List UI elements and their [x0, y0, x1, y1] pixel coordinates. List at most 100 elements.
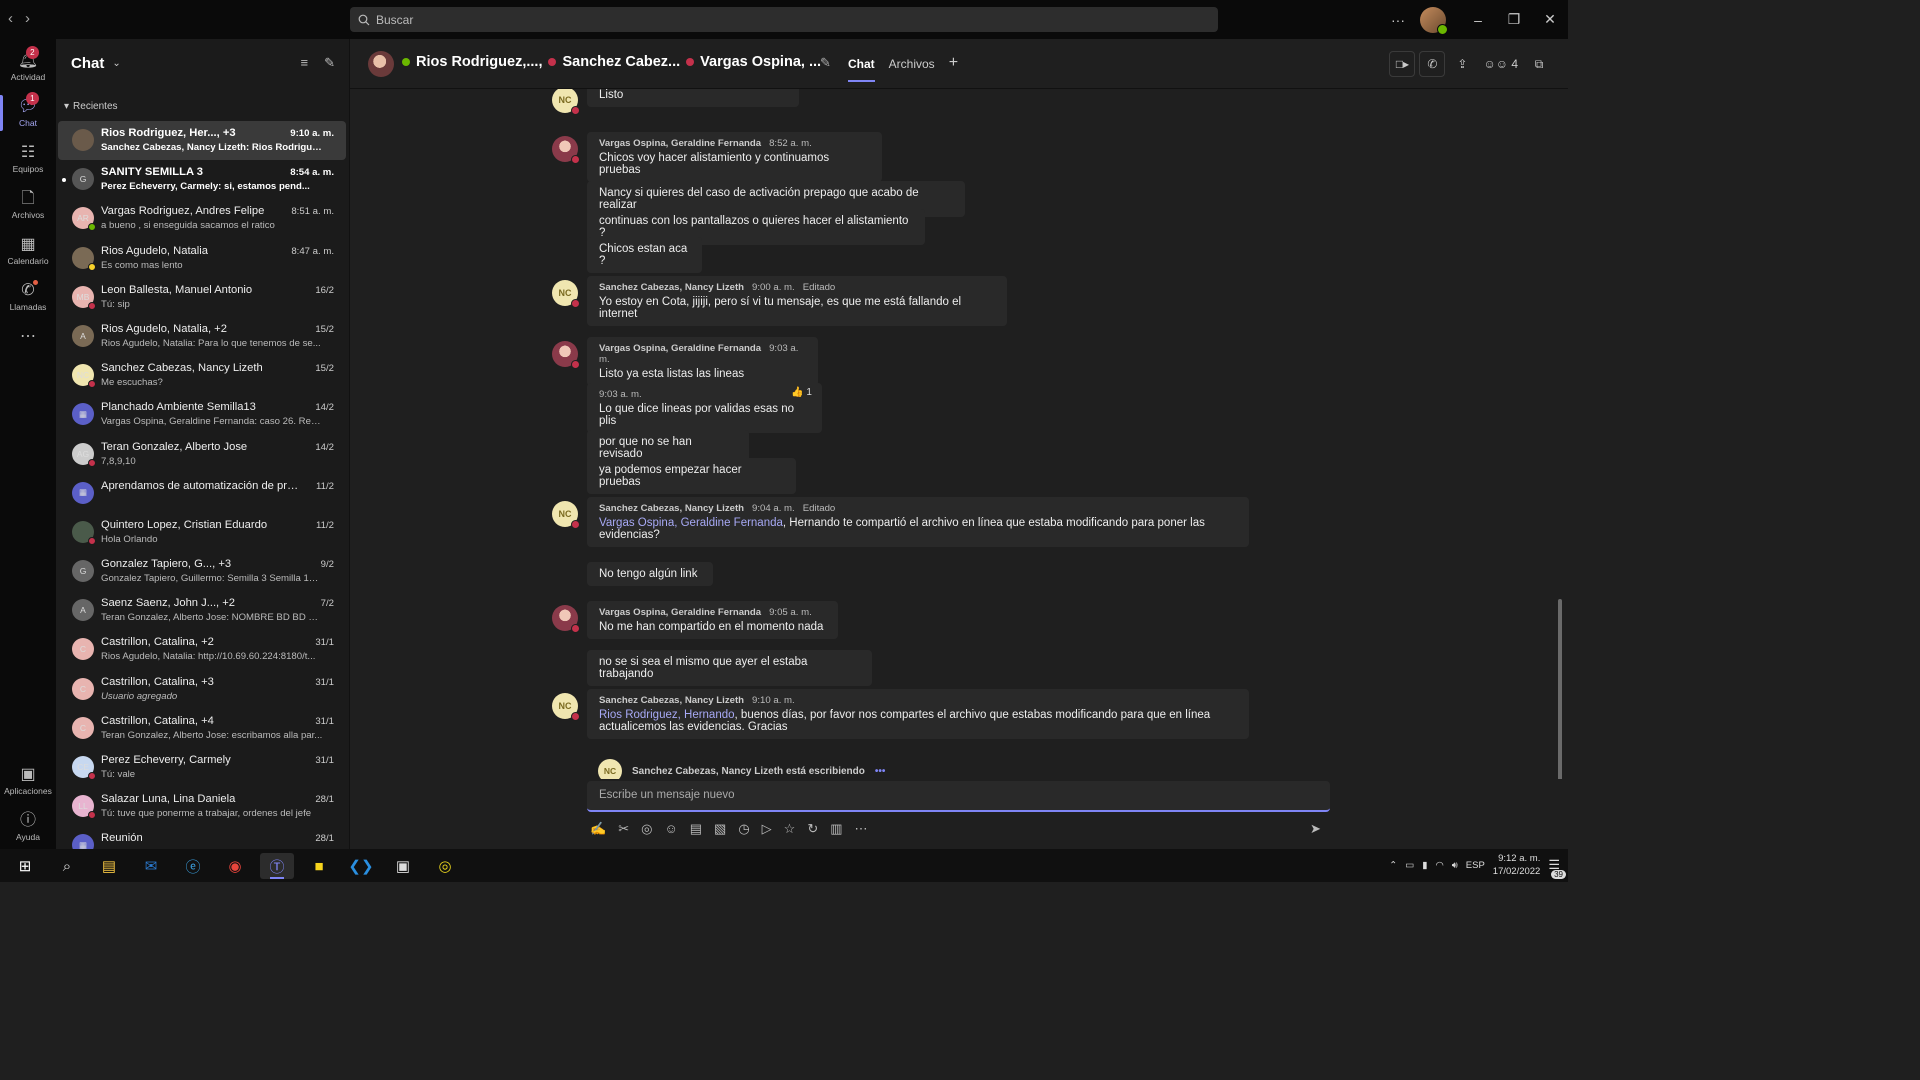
stream-icon[interactable]: ▷ [762, 821, 772, 837]
attach-icon[interactable]: ✂ [618, 821, 629, 837]
battery-icon[interactable]: ▮ [1422, 860, 1427, 871]
chat-list-item[interactable]: AR Vargas Rodriguez, Andres Felipe a bueno… [58, 199, 346, 238]
volume-icon[interactable]: 🔊︎ [1452, 860, 1458, 871]
edge-icon[interactable]: ⓔ [176, 853, 210, 879]
message-bubble[interactable]: ya podemos empezar hacer pruebas [587, 458, 796, 494]
chat-list-item[interactable]: LL Salazar Luna, Lina Daniela Tú: tuve que… [58, 787, 346, 826]
gif-icon[interactable]: ▤ [690, 821, 702, 837]
message-bubble[interactable]: no se si sea el mismo que ayer el estaba… [587, 650, 872, 686]
vscode-icon[interactable]: ❮❯ [344, 853, 378, 879]
rail-item-calendar[interactable]: ▦ Calendario [0, 229, 56, 273]
wifi-icon[interactable]: ◠ [1435, 860, 1443, 871]
filter-icon[interactable]: ≡ [301, 55, 309, 71]
chat-list-item[interactable]: Rios Agudelo, Natalia Es como mas lento 8:… [58, 239, 346, 278]
language-indicator[interactable]: ESP [1466, 860, 1485, 871]
message-avatar[interactable] [552, 136, 580, 164]
rail-item-help[interactable]: ⓘ Ayuda [0, 805, 56, 849]
praise-icon[interactable]: ☆ [784, 821, 796, 837]
approvals-icon[interactable]: ↻ [807, 821, 818, 837]
minimize-icon[interactable]: – [1460, 12, 1496, 28]
computer-icon[interactable]: ▣ [386, 853, 420, 879]
tab-files[interactable]: Archivos [889, 57, 935, 71]
clock[interactable]: 9:12 a. m. 17/02/2022 [1493, 852, 1541, 878]
message-avatar[interactable]: NC [552, 89, 580, 115]
chat-list-item[interactable]: G SANITY SEMILLA 3 Perez Echeverry, Carmel… [58, 160, 346, 199]
participants-button[interactable]: ☺☺ 4 [1479, 51, 1522, 77]
audio-call-icon[interactable]: ✆ [1419, 51, 1446, 77]
outlook-icon[interactable]: ✉ [134, 853, 168, 879]
message-compose-box[interactable]: Escribe un mensaje nuevo [587, 781, 1330, 812]
message-avatar[interactable]: NC [552, 693, 580, 721]
app-yellow-icon[interactable]: ◎ [428, 853, 462, 879]
tab-chat[interactable]: Chat [848, 57, 875, 82]
profile-avatar[interactable] [1420, 6, 1448, 35]
chat-list-item[interactable]: CE Perez Echeverry, Carmely Tú: vale 31/1 [58, 748, 346, 787]
mention-link[interactable]: Vargas Ospina, Geraldine Fernanda [599, 517, 783, 529]
search-icon[interactable]: ⌕ [50, 853, 84, 879]
message-bubble[interactable]: Listo [587, 89, 799, 107]
message-bubble[interactable]: Vargas Ospina, Geraldine Fernanda 9:03 a.… [587, 337, 818, 386]
notifications-icon[interactable]: ☰ 39 [1548, 857, 1566, 879]
scrollbar[interactable] [1558, 599, 1562, 779]
message-avatar[interactable] [552, 341, 580, 369]
schedule-meeting-icon[interactable]: ◷ [738, 821, 749, 837]
device-icon[interactable]: ▭ [1405, 860, 1414, 871]
chat-list-item[interactable]: C Castrillon, Catalina, +4 Teran Gonzalez,… [58, 709, 346, 748]
rail-item-chat[interactable]: 💬︎ 1 Chat [0, 91, 56, 135]
app-icon[interactable]: ▥ [830, 821, 842, 837]
chat-list-item[interactable]: C Castrillon, Catalina, +2 Rios Agudelo, N… [58, 630, 346, 669]
message-avatar[interactable] [552, 605, 580, 633]
sticker-icon[interactable]: ▧ [714, 821, 726, 837]
share-screen-icon[interactable]: ⇪ [1449, 51, 1475, 77]
new-chat-icon[interactable]: ✎ [324, 55, 335, 71]
send-icon[interactable]: ➤ [1310, 821, 1321, 837]
add-tab-icon[interactable]: + [949, 55, 958, 71]
recent-section-header[interactable]: ▾ Recientes [64, 101, 118, 112]
chat-list-item[interactable]: AG Teran Gonzalez, Alberto Jose 7,8,9,10 14… [58, 435, 346, 474]
rail-item-files[interactable]: 🗋 Archivos [0, 183, 56, 227]
windows-start-icon[interactable]: ⊞ [8, 853, 42, 879]
sticky-notes-icon[interactable]: ■ [302, 853, 336, 879]
chat-list-item[interactable]: G Gonzalez Tapiero, G..., +3 Gonzalez Tapi… [58, 552, 346, 591]
restore-icon[interactable]: ❐ [1496, 11, 1532, 28]
video-call-icon[interactable]: □▸ [1389, 51, 1416, 77]
chat-list-item[interactable]: ▦ Planchado Ambiente Semilla13 Vargas Ospi… [58, 395, 346, 434]
chat-list-item[interactable]: A Saenz Saenz, John J..., +2 Teran Gonzale… [58, 591, 346, 630]
reaction-like[interactable]: 👍 1 [791, 387, 812, 398]
chat-list-item[interactable]: NC Sanchez Cabezas, Nancy Lizeth Me escuch… [58, 356, 346, 395]
emoji-icon[interactable]: ☺ [664, 821, 677, 837]
message-bubble[interactable]: Sanchez Cabezas, Nancy Lizeth 9:04 a. m. E… [587, 497, 1249, 547]
chat-list-item[interactable]: Rios Rodriguez, Her..., +3 Sanchez Cabeza… [58, 121, 346, 161]
edit-name-icon[interactable]: ✎ [820, 55, 831, 71]
chat-list-item[interactable]: C Castrillon, Catalina, +3 Usuario agregad… [58, 670, 346, 709]
rail-item-calls[interactable]: ✆ Llamadas [0, 275, 56, 319]
message-bubble[interactable]: Vargas Ospina, Geraldine Fernanda 9:05 a.… [587, 601, 838, 639]
message-bubble[interactable]: No tengo algún link [587, 562, 713, 586]
rail-item-apps[interactable]: ▣ Aplicaciones [0, 759, 56, 803]
message-bubble[interactable]: Chicos estan aca ? [587, 237, 702, 273]
conversation-title[interactable]: Rios Rodriguez,..., Sanchez Cabez... Varga… [402, 54, 821, 70]
message-avatar[interactable]: NC [552, 501, 580, 529]
message-bubble[interactable]: Sanchez Cabezas, Nancy Lizeth 9:10 a. m. R… [587, 689, 1249, 739]
message-bubble[interactable]: 9:03 a. m. Lo que dice lineas por validas… [587, 383, 822, 433]
loop-icon[interactable]: ◎ [641, 821, 652, 837]
rail-item-activity[interactable]: 🔔︎ 2 Actividad [0, 45, 56, 89]
chat-list-item[interactable]: MB Leon Ballesta, Manuel Antonio Tú: sip 16… [58, 278, 346, 317]
more-actions-icon[interactable]: ⋯ [855, 821, 868, 837]
chat-list-item[interactable]: A Rios Agudelo, Natalia, +2 Rios Agudelo, … [58, 317, 346, 356]
chat-list-item[interactable]: ▦ Aprendamos de automatización de pru... 1… [58, 474, 346, 513]
teams-taskbar-icon[interactable]: Ⓣ [260, 853, 294, 879]
mention-link[interactable]: Rios Rodriguez, Hernando [599, 709, 735, 721]
search-box[interactable]: Buscar [350, 7, 1218, 32]
pop-out-icon[interactable]: ⧉ [1526, 51, 1552, 77]
more-options-icon[interactable]: ··· [1380, 12, 1416, 28]
chat-list-item[interactable]: Quintero Lopez, Cristian Eduardo Hola Orl… [58, 513, 346, 552]
tray-chevron-icon[interactable]: ⌃ [1389, 860, 1397, 871]
message-bubble[interactable]: Vargas Ospina, Geraldine Fernanda 8:52 a.… [587, 132, 882, 182]
format-icon[interactable]: ✍ [590, 821, 606, 837]
close-icon[interactable]: ✕ [1532, 11, 1568, 28]
message-bubble[interactable]: Sanchez Cabezas, Nancy Lizeth 9:00 a. m. E… [587, 276, 1007, 326]
chrome-icon[interactable]: ◉ [218, 853, 252, 879]
forward-arrow-icon[interactable]: › [25, 10, 30, 27]
message-avatar[interactable]: NC [552, 280, 580, 308]
